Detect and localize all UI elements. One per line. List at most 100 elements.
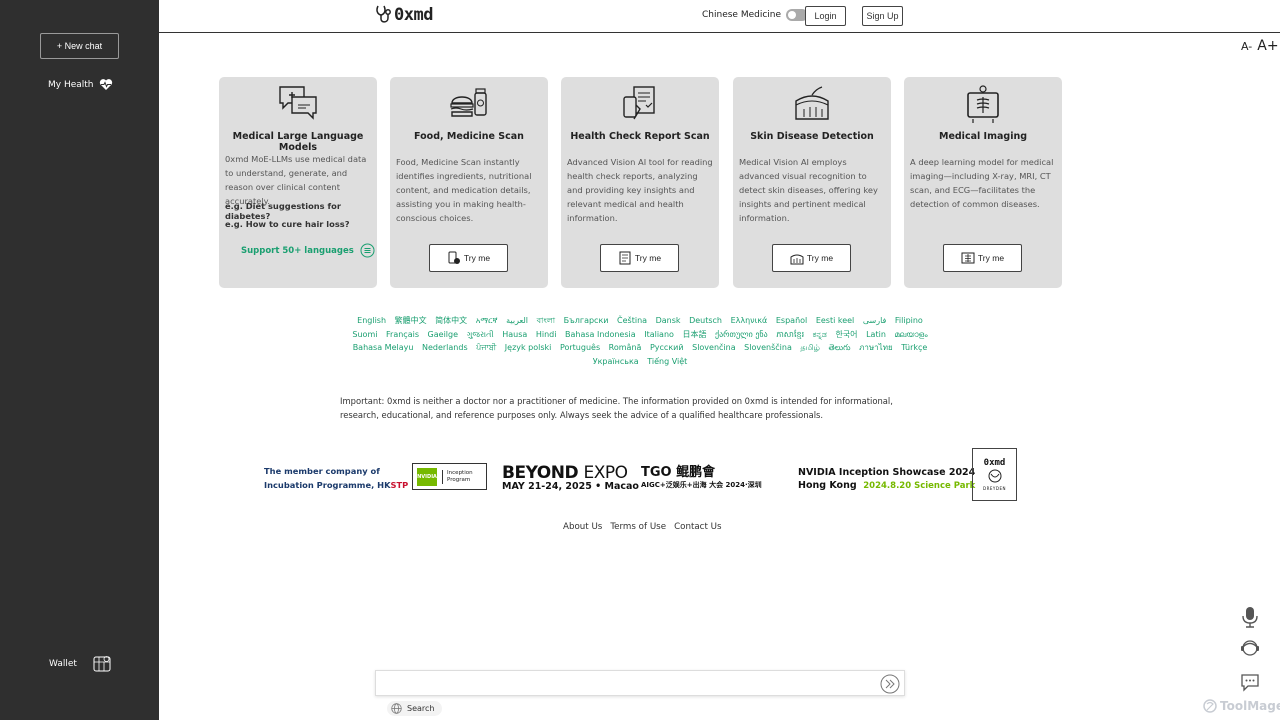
partner-nvidia-showcase: NVIDIA Inception Showcase 2024 Hong Kong… <box>798 466 975 493</box>
language-link[interactable]: Slovenščina <box>744 341 792 355</box>
language-link[interactable]: Ελληνικά <box>731 314 768 328</box>
language-link[interactable]: Gaeilge <box>428 328 458 342</box>
language-link[interactable]: 한국어 <box>835 328 857 342</box>
about-us-link[interactable]: About Us <box>563 522 602 532</box>
language-link[interactable]: Tiếng Việt <box>647 355 687 369</box>
language-link[interactable]: ქართული ენა <box>715 328 768 342</box>
card-description: A deep learning model for medical imagin… <box>910 157 1054 209</box>
hkstp-line1: The member company of <box>264 466 380 476</box>
beyond-title-bold: BEYOND <box>502 463 579 483</box>
language-link[interactable]: Suomi <box>352 328 377 342</box>
card-title: Medical Large Language Models <box>232 131 364 153</box>
sidebar: + New chat My Health Wallet <box>0 0 159 720</box>
language-link[interactable]: Dansk <box>656 314 681 328</box>
language-link[interactable]: Deutsch <box>689 314 722 328</box>
new-chat-button[interactable]: + New chat <box>40 33 119 59</box>
try-me-label: Try me <box>977 253 1005 263</box>
language-link[interactable]: فارسی <box>863 314 887 328</box>
chinese-medicine-toggle[interactable]: Chinese Medicine <box>702 9 809 21</box>
language-link[interactable]: 日本語 <box>682 328 706 342</box>
language-link[interactable]: Filipino <box>895 314 923 328</box>
hkstp-line2: Incubation Programme, HK <box>264 480 391 490</box>
language-link[interactable]: Українська <box>593 355 639 369</box>
language-link[interactable]: Türkçe <box>901 341 927 355</box>
beyond-title-light: EXPO <box>583 463 629 483</box>
language-link[interactable]: 繁體中文 <box>395 314 427 328</box>
microphone-icon[interactable] <box>1240 606 1260 628</box>
language-link[interactable]: العربية <box>506 314 528 328</box>
language-link[interactable]: Română <box>609 341 642 355</box>
language-link[interactable]: മലയാളം <box>894 328 927 342</box>
wallet-link[interactable]: Wallet <box>49 654 112 673</box>
showcase-line2: Hong Kong <box>798 480 857 491</box>
send-icon[interactable] <box>880 674 900 694</box>
logo[interactable]: 0xmd <box>375 4 433 26</box>
language-link[interactable]: Italiano <box>644 328 674 342</box>
language-link[interactable]: Čeština <box>617 314 647 328</box>
wallet-icon <box>93 656 111 672</box>
my-health-link[interactable]: My Health <box>48 78 113 91</box>
try-me-button-skin-detection[interactable]: Try me <box>772 244 851 272</box>
try-me-button-health-check[interactable]: Try me <box>600 244 679 272</box>
chat-input[interactable] <box>382 675 877 693</box>
search-toggle-button[interactable]: Search <box>387 701 443 716</box>
language-list: English 繁體中文 简体中文 አማርኛ العربية বাংলা Бъл… <box>340 314 940 368</box>
font-size-controls: A- A+ <box>1241 38 1279 54</box>
language-link[interactable]: Português <box>560 341 600 355</box>
language-link[interactable]: Español <box>776 314 807 328</box>
skin-icon <box>790 254 804 265</box>
language-link[interactable]: ਪੰਜਾਬੀ <box>476 341 496 355</box>
font-decrease-button[interactable]: A- <box>1241 40 1252 53</box>
stethoscope-icon <box>376 5 391 23</box>
xray-icon <box>961 252 975 264</box>
language-link[interactable]: Français <box>386 328 419 342</box>
language-link[interactable]: Eesti keel <box>816 314 854 328</box>
card-title: Medical Imaging <box>938 131 1028 142</box>
language-link[interactable]: ಕನ್ನಡ <box>813 328 827 342</box>
language-link[interactable]: తెలుగు <box>828 341 850 355</box>
logo-text: 0xmd <box>394 5 433 25</box>
dreyden-bottom-text: DREYDEN <box>983 486 1006 491</box>
language-link[interactable]: ગુજરાતી <box>467 328 494 342</box>
example-prompt-diabetes[interactable]: e.g. Diet suggestions for diabetes? <box>225 201 377 221</box>
language-link[interactable]: Hindi <box>536 328 557 342</box>
scan-food-icon <box>448 251 460 264</box>
language-link[interactable]: ภาษาไทย <box>859 341 893 355</box>
support-languages-link[interactable]: Support 50+ languages <box>241 243 375 258</box>
wallet-label: Wallet <box>49 658 77 669</box>
chat-bubble-icon[interactable] <box>1240 672 1260 692</box>
terms-of-use-link[interactable]: Terms of Use <box>610 522 666 532</box>
language-link[interactable]: Bahasa Melayu <box>353 341 414 355</box>
support-languages-label: Support 50+ languages <box>241 245 354 256</box>
try-me-button-food-scan[interactable]: Try me <box>429 244 508 272</box>
try-me-label: Try me <box>463 253 491 263</box>
chinese-medicine-label: Chinese Medicine <box>702 10 782 20</box>
language-link[interactable]: Русский <box>650 341 684 355</box>
heart-pulse-icon <box>99 79 112 90</box>
language-link[interactable]: Język polski <box>505 341 552 355</box>
font-increase-button[interactable]: A+ <box>1257 38 1278 54</box>
doctor-avatar-icon[interactable] <box>1240 638 1260 658</box>
language-link[interactable]: Hausa <box>502 328 527 342</box>
card-title: Health Check Report Scan <box>570 131 710 142</box>
language-link[interactable]: Български <box>564 314 609 328</box>
report-icon <box>619 251 631 265</box>
language-link[interactable]: አማርኛ <box>476 314 498 328</box>
language-link[interactable]: Latin <box>866 328 886 342</box>
language-link[interactable]: ភាសាខ្មែរ <box>776 328 804 342</box>
language-link[interactable]: தமிழ் <box>800 341 820 355</box>
example-prompt-hair-loss[interactable]: e.g. How to cure hair loss? <box>225 219 350 229</box>
search-label: Search <box>407 704 435 713</box>
signup-button[interactable]: Sign Up <box>862 6 903 26</box>
contact-us-link[interactable]: Contact Us <box>674 522 721 532</box>
language-link[interactable]: English <box>357 314 386 328</box>
try-me-button-medical-imaging[interactable]: Try me <box>943 244 1022 272</box>
watermark-text: ToolMage <box>1220 699 1280 713</box>
language-link[interactable]: Bahasa Indonesia <box>565 328 636 342</box>
language-link[interactable]: Slovenčina <box>692 341 736 355</box>
language-link[interactable]: বাংলা <box>537 314 556 328</box>
dreyden-top-text: 0xmd <box>983 458 1006 468</box>
language-link[interactable]: Nederlands <box>422 341 468 355</box>
language-link[interactable]: 简体中文 <box>435 314 467 328</box>
login-button[interactable]: Login <box>805 6 846 26</box>
